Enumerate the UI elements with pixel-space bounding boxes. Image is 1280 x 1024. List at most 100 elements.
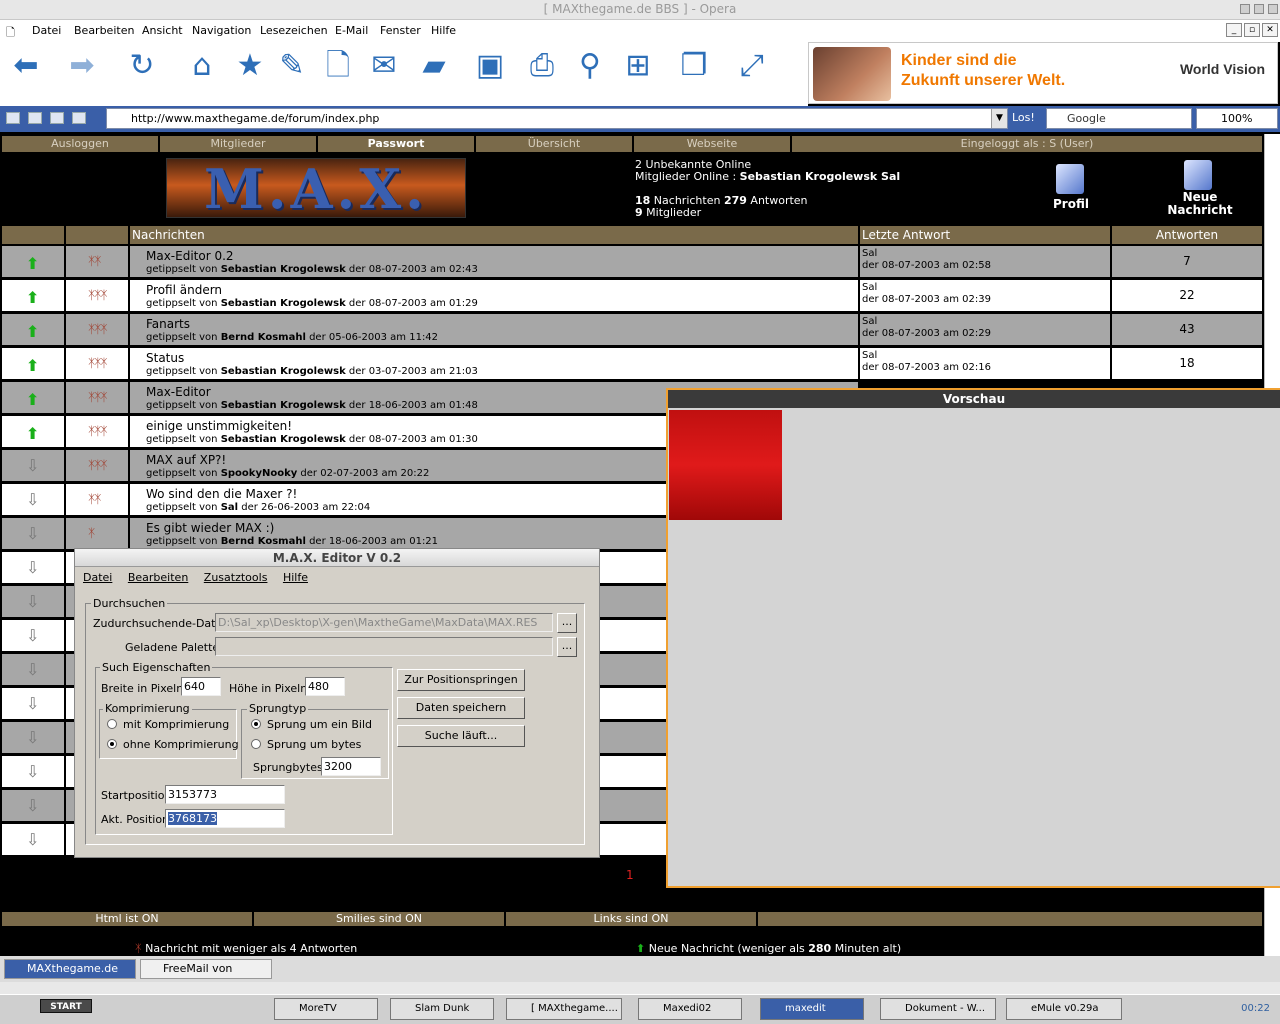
new-topic-arrow-icon: ⬆	[26, 322, 40, 341]
url-input[interactable]: http://www.maxthegame.de/forum/index.php…	[106, 108, 1008, 129]
search-engine-select[interactable]: Google	[1046, 108, 1192, 129]
menu-email[interactable]: E-Mail	[335, 24, 368, 37]
start-button[interactable]: START	[40, 999, 92, 1013]
with-compression-radio[interactable]	[107, 719, 117, 729]
nav-logout[interactable]: Ausloggen	[2, 136, 158, 152]
new-page-icon[interactable]: 🗋	[320, 48, 356, 84]
palette-field[interactable]	[215, 637, 553, 656]
cascade-icon[interactable]: ❐	[676, 48, 712, 84]
edit-pen-icon[interactable]: ✎	[274, 48, 310, 84]
clock: 00:22	[1241, 1003, 1270, 1014]
editor-menu-datei[interactable]: Datei	[83, 571, 112, 584]
menu-navigation[interactable]: Navigation	[192, 24, 251, 37]
close-button[interactable]	[1268, 4, 1278, 14]
vorschau-title[interactable]: Vorschau	[668, 390, 1280, 408]
menu-datei[interactable]: Datei	[32, 24, 61, 37]
browse-palette-button[interactable]: ...	[557, 637, 577, 657]
editor-title[interactable]: M.A.X. Editor V 0.2	[75, 549, 599, 567]
mdi-restore-button[interactable]: ▫	[1244, 23, 1260, 37]
new-message-icon[interactable]	[1184, 160, 1212, 190]
editor-menu-hilfe[interactable]: Hilfe	[283, 571, 308, 584]
printer-icon[interactable]	[50, 112, 64, 124]
forward-icon[interactable]: ➡	[64, 48, 100, 84]
jumpbytes-field[interactable]: 3200	[321, 757, 381, 776]
menu-bearbeiten[interactable]: Bearbeiten	[74, 24, 134, 37]
go-button[interactable]: Los!	[1012, 111, 1035, 124]
ad-banner[interactable]: Kinder sind die Zukunft unserer Welt. Wo…	[808, 42, 1278, 104]
zoom-select[interactable]: 100%	[1196, 108, 1278, 129]
nav-website[interactable]: Webseite	[634, 136, 790, 152]
save-data-button[interactable]: Daten speichern	[397, 697, 525, 719]
profile-link[interactable]: Profil	[1046, 198, 1096, 211]
menu-fenster[interactable]: Fenster	[380, 24, 421, 37]
back-icon[interactable]: ⬅	[8, 48, 44, 84]
bookmark-star-icon[interactable]: ★	[232, 48, 268, 84]
search-running-button[interactable]: Suche läuft...	[397, 725, 525, 747]
task-maxedi02[interactable]: Maxedi02	[638, 998, 742, 1020]
nav-overview[interactable]: Übersicht	[476, 136, 632, 152]
task-moretv[interactable]: MoreTV	[274, 998, 378, 1020]
topic-row[interactable]: ⬆ ᛡᛡᛡ Status getippselt von Sebastian Kro…	[0, 347, 1264, 379]
panel-icon[interactable]	[6, 112, 20, 124]
mdi-minimize-button[interactable]: _	[1226, 23, 1242, 37]
fullscreen-icon[interactable]: ⤢	[734, 48, 770, 84]
nav-members[interactable]: Mitglieder	[160, 136, 316, 152]
save-icon[interactable]: ▣	[472, 48, 508, 84]
topic-row[interactable]: ⬆ ᛡᛡᛡ Profil ändern getippselt von Sebast…	[0, 279, 1264, 311]
topic-title[interactable]: Fanarts	[146, 317, 858, 331]
mail-icon[interactable]: ✉	[366, 48, 402, 84]
menu-hilfe[interactable]: Hilfe	[431, 24, 456, 37]
address-toolbar: http://www.maxthegame.de/forum/index.php…	[0, 106, 1280, 132]
print-icon[interactable]: ⎙	[524, 48, 560, 84]
profile-icon[interactable]	[1056, 164, 1084, 194]
goto-position-button[interactable]: Zur Positionspringen	[397, 669, 525, 691]
task-slamdunk[interactable]: Slam Dunk	[390, 998, 494, 1020]
jump-bytes-radio[interactable]	[251, 739, 261, 749]
document-icon[interactable]	[72, 112, 86, 124]
new-topic-arrow-icon: ⬆	[26, 254, 40, 273]
topic-row[interactable]: ⬆ ᛡᛡ Max-Editor 0.2 getippselt von Sebast…	[0, 245, 1264, 277]
windows-grid-icon[interactable]: ⊞	[620, 48, 656, 84]
jump-image-radio[interactable]	[251, 719, 261, 729]
activity-figures-icon: ᛡᛡᛡ	[88, 424, 108, 438]
nav-password[interactable]: Passwort	[318, 136, 474, 152]
folder-icon[interactable]: ▰	[416, 48, 452, 84]
topic-title[interactable]: Profil ändern	[146, 283, 858, 297]
topic-title[interactable]: Max-Editor 0.2	[146, 249, 858, 263]
camera-icon[interactable]	[28, 112, 42, 124]
reload-icon[interactable]: ↻	[124, 48, 160, 84]
task-maxthegame[interactable]: [ MAXthegame....	[506, 998, 622, 1020]
max-editor-window[interactable]: M.A.X. Editor V 0.2 Datei Bearbeiten Zus…	[74, 548, 600, 858]
tab-freemail[interactable]: FreeMail von WEB.DE	[140, 959, 272, 993]
maximize-button[interactable]	[1254, 4, 1264, 14]
browse-file-button[interactable]: ...	[557, 613, 577, 633]
editor-menu-zusatztools[interactable]: Zusatztools	[204, 571, 268, 584]
width-field[interactable]: 640	[181, 677, 221, 696]
page-number-link[interactable]: 1	[626, 868, 634, 882]
task-emule[interactable]: eMule v0.29a	[1006, 998, 1122, 1020]
topic-row[interactable]: ⬆ ᛡᛡᛡ Fanarts getippselt von Bernd Kosmah…	[0, 313, 1264, 345]
url-dropdown-icon[interactable]: ▼	[991, 109, 1007, 128]
mdi-close-button[interactable]: ✕	[1262, 23, 1278, 37]
file-field[interactable]: D:\Sal_xp\Desktop\X-gen\MaxtheGame\MaxDa…	[215, 613, 553, 632]
new-message-link[interactable]: Neue Nachricht	[1160, 191, 1240, 217]
home-icon[interactable]: ⌂	[184, 48, 220, 84]
task-maxedit[interactable]: maxedit	[760, 998, 864, 1020]
topic-title[interactable]: Status	[146, 351, 858, 365]
task-dokument[interactable]: Dokument - W...	[880, 998, 996, 1020]
topic-table-header: Nachrichten Letzte Antwort Antworten	[0, 224, 1264, 244]
minimize-button[interactable]	[1240, 4, 1250, 14]
height-field[interactable]: 480	[305, 677, 345, 696]
editor-menu-bearbeiten[interactable]: Bearbeiten	[128, 571, 188, 584]
current-position-field[interactable]: 3768173	[165, 809, 285, 828]
props-group-title: Such Eigenschaften	[100, 661, 213, 674]
magnifier-icon[interactable]: ⚲	[572, 48, 608, 84]
byline-prefix: getippselt von	[146, 536, 221, 547]
menu-lesezeichen[interactable]: Lesezeichen	[260, 24, 328, 37]
vorschau-window[interactable]: Vorschau	[666, 388, 1280, 888]
start-position-field[interactable]: 3153773	[165, 785, 285, 804]
without-compression-radio[interactable]	[107, 739, 117, 749]
menu-ansicht[interactable]: Ansicht	[142, 24, 183, 37]
compression-group-title: Komprimierung	[103, 702, 192, 715]
tab-maxthegame[interactable]: MAXthegame.de BBS	[4, 959, 136, 993]
